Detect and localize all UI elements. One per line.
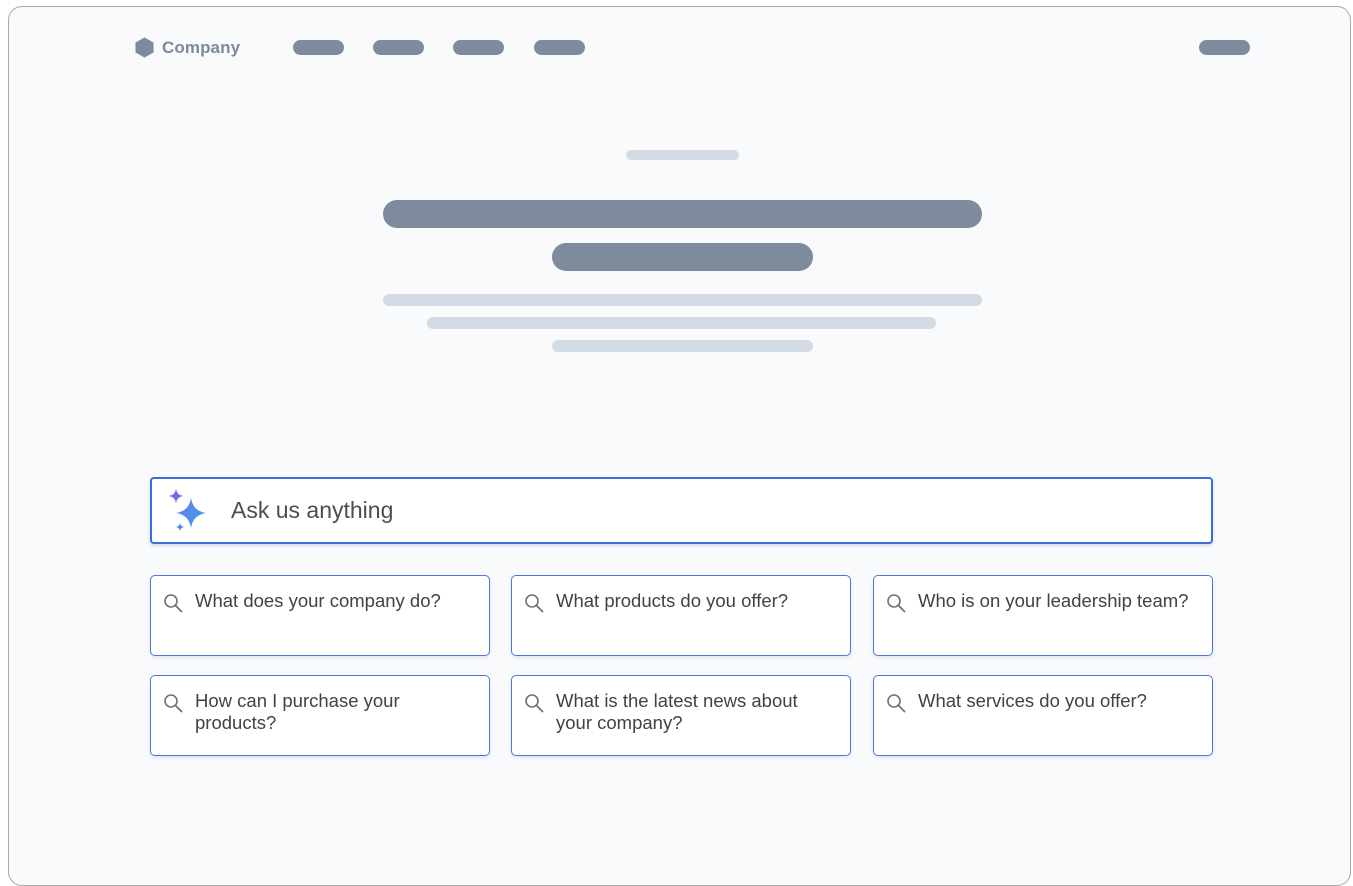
search-icon	[164, 594, 183, 613]
search-icon	[525, 594, 544, 613]
suggestion-card-1[interactable]: What does your company do?	[150, 575, 490, 656]
company-logo[interactable]: Company	[135, 37, 240, 58]
search-icon	[887, 594, 906, 613]
hero-title-placeholder-line-1	[383, 200, 982, 228]
hero-text-placeholder-line-2	[427, 317, 936, 329]
ask-input[interactable]: Ask us anything	[150, 477, 1213, 544]
search-icon	[525, 694, 544, 713]
hero-text-placeholder-line-1	[383, 294, 982, 306]
suggestion-card-5[interactable]: What is the latest news about your compa…	[511, 675, 851, 756]
suggestion-card-3[interactable]: Who is on your leadership team?	[873, 575, 1213, 656]
suggestion-card-6[interactable]: What services do you offer?	[873, 675, 1213, 756]
logo-text: Company	[162, 37, 241, 57]
suggestion-text: How can I purchase your products?	[195, 690, 400, 733]
suggestion-text: What does your company do?	[195, 590, 441, 611]
suggestion-card-4[interactable]: How can I purchase your products?	[150, 675, 490, 756]
hexagon-icon	[135, 37, 154, 58]
suggestion-text: Who is on your leadership team?	[918, 590, 1189, 611]
nav-link-placeholder-1[interactable]	[293, 40, 344, 55]
search-icon	[164, 694, 183, 713]
hero-title-placeholder-line-2	[552, 243, 813, 271]
suggestion-card-2[interactable]: What products do you offer?	[511, 575, 851, 656]
nav-link-placeholder-2[interactable]	[373, 40, 424, 55]
hero-text-placeholder-line-3	[552, 340, 813, 352]
search-icon	[887, 694, 906, 713]
header-action-placeholder[interactable]	[1199, 40, 1250, 55]
suggestion-text: What products do you offer?	[556, 590, 789, 611]
hero-eyebrow-placeholder	[626, 150, 739, 160]
suggestion-text: What services do you offer?	[918, 690, 1147, 711]
ask-input-placeholder: Ask us anything	[231, 497, 394, 523]
sparkle-icon	[169, 489, 206, 531]
suggestion-text: What is the latest news about your compa…	[556, 690, 798, 733]
nav-link-placeholder-3[interactable]	[453, 40, 504, 55]
nav-link-placeholder-4[interactable]	[534, 40, 585, 55]
